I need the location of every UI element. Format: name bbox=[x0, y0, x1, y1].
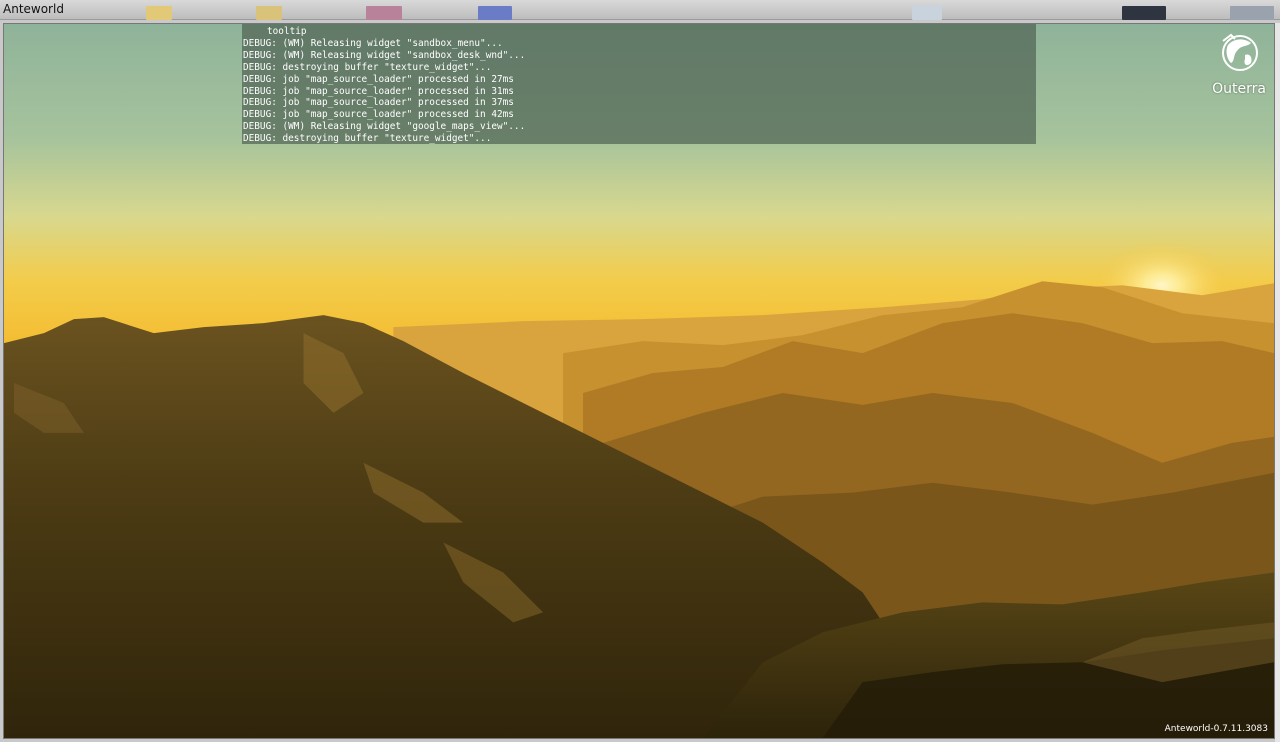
console-line: DEBUG: destroying buffer "texture_widget… bbox=[243, 61, 492, 73]
outerra-logo: Outerra bbox=[1208, 31, 1270, 97]
outerra-globe-icon bbox=[1222, 33, 1258, 71]
taskbar-app-icon bbox=[478, 6, 512, 20]
console-line: DEBUG: destroying buffer "texture_widget… bbox=[243, 133, 492, 145]
render-viewport[interactable]: tooltip DEBUG: (WM) Releasing widget "sa… bbox=[3, 23, 1275, 739]
taskbar-app-icon bbox=[366, 6, 402, 20]
logo-text: Outerra bbox=[1212, 81, 1266, 97]
console-line: DEBUG: job "map_source_loader" processed… bbox=[243, 109, 514, 121]
taskbar-app-icon bbox=[912, 6, 942, 20]
debug-console: tooltip DEBUG: (WM) Releasing widget "sa… bbox=[242, 24, 1036, 144]
console-line: DEBUG: (WM) Releasing widget "sandbox_de… bbox=[243, 49, 526, 61]
console-line: DEBUG: job "map_source_loader" processed… bbox=[243, 73, 514, 85]
taskbar-folder-icon bbox=[146, 6, 172, 20]
version-label: Anteworld-0.7.11.3083 bbox=[1164, 724, 1268, 734]
console-line: tooltip bbox=[267, 26, 307, 37]
console-line: DEBUG: job "map_source_loader" processed… bbox=[243, 85, 514, 97]
console-line: DEBUG: job "map_source_loader" processed… bbox=[243, 97, 514, 109]
window-title: Anteworld bbox=[3, 2, 64, 16]
window-titlebar[interactable]: Anteworld bbox=[0, 0, 1280, 20]
console-line: DEBUG: (WM) Releasing widget "google_map… bbox=[243, 121, 526, 133]
taskbar-app-icon bbox=[1122, 6, 1166, 20]
taskbar-app-icon bbox=[1230, 6, 1274, 20]
taskbar-folder-icon bbox=[256, 6, 282, 20]
window-edge bbox=[1275, 23, 1280, 742]
console-line: DEBUG: (WM) Releasing widget "sandbox_me… bbox=[243, 37, 503, 49]
